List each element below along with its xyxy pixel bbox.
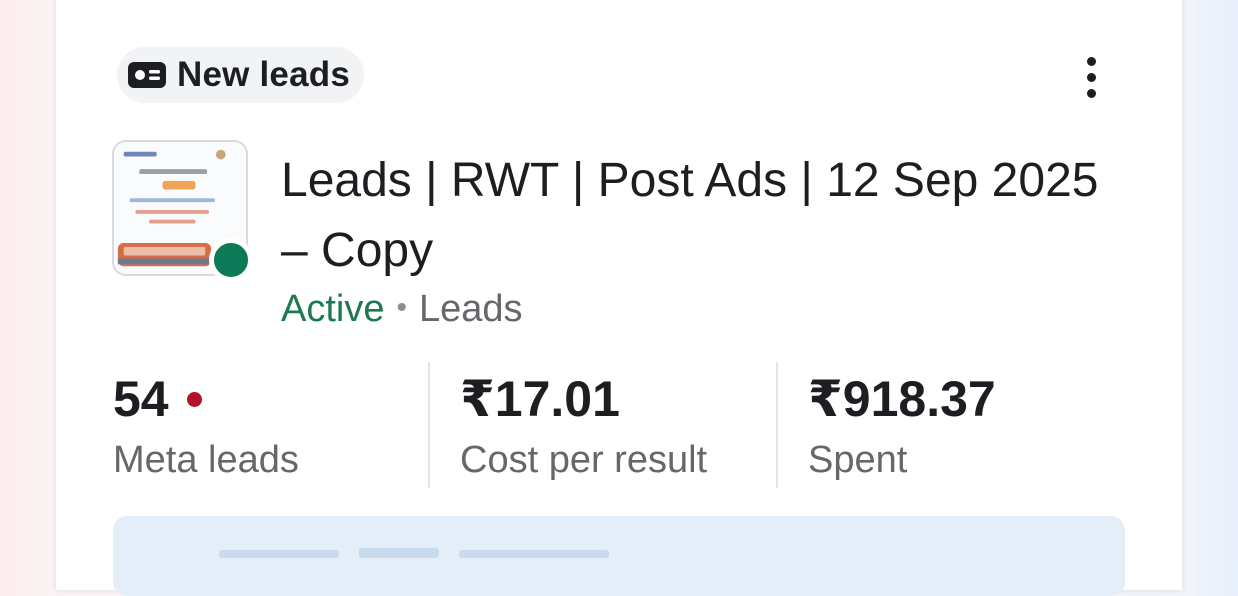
badge-label: New leads xyxy=(177,55,350,94)
more-vertical-icon xyxy=(1086,56,1096,66)
active-status-dot xyxy=(209,238,253,282)
bottom-action-panel[interactable] xyxy=(113,516,1125,596)
campaign-meta: Active • Leads xyxy=(281,284,523,333)
metric-value: 54 xyxy=(113,371,169,427)
meta-separator: • xyxy=(396,291,407,324)
campaign-title[interactable]: Leads | RWT | Post Ads | 12 Sep 2025 – C… xyxy=(281,146,1111,286)
metric-meta-leads[interactable]: 54 Meta leads xyxy=(113,368,299,484)
new-indicator-dot xyxy=(186,391,202,407)
cut-off-content xyxy=(219,548,609,558)
metric-divider xyxy=(776,362,778,488)
metric-value: ₹17.01 xyxy=(460,371,620,427)
lead-form-icon xyxy=(128,62,166,88)
new-leads-badge: New leads xyxy=(117,47,364,103)
metric-cost-per-result[interactable]: ₹17.01 Cost per result xyxy=(460,368,707,484)
status-text: Active xyxy=(281,288,385,330)
metric-value: ₹918.37 xyxy=(808,371,996,427)
metric-label: Spent xyxy=(808,439,908,481)
metric-label: Meta leads xyxy=(113,439,299,481)
metric-spent[interactable]: ₹918.37 Spent xyxy=(808,368,996,484)
metric-label: Cost per result xyxy=(460,439,708,481)
objective-text: Leads xyxy=(419,288,523,330)
more-options-button[interactable] xyxy=(1072,50,1110,104)
metric-divider xyxy=(428,362,430,488)
